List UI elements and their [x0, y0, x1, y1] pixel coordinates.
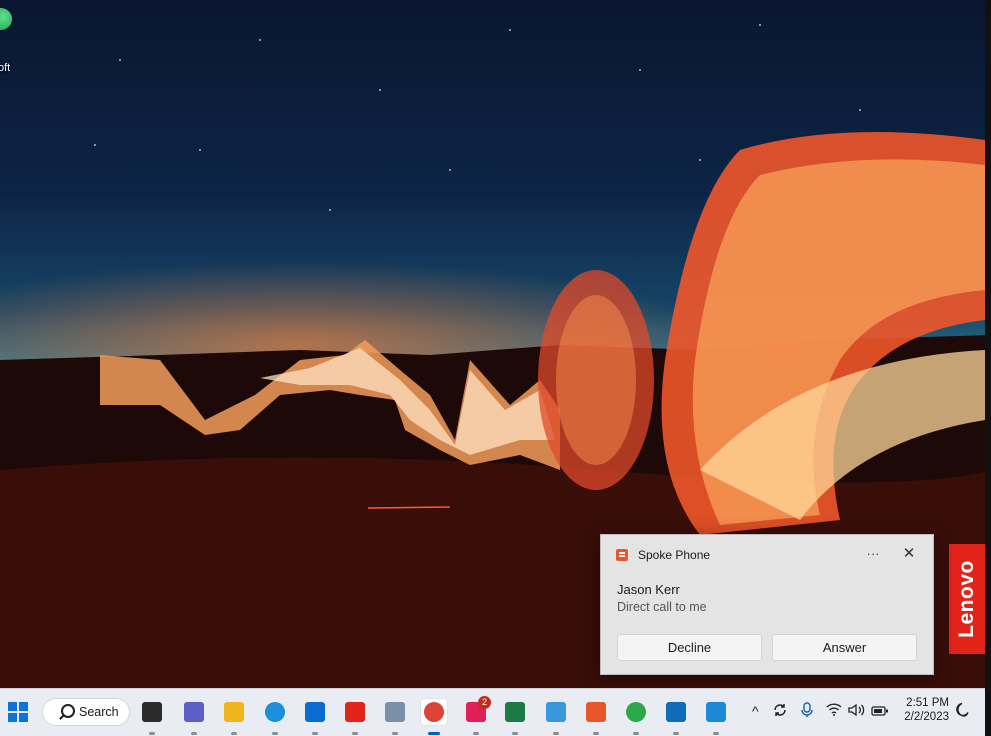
running-indicator [312, 732, 318, 735]
running-indicator [352, 732, 358, 735]
taskbar-app-chrome[interactable] [421, 699, 447, 735]
notification-app-name: Spoke Phone [638, 548, 711, 562]
app-shortcut-icon [0, 8, 12, 30]
running-indicator [428, 732, 440, 735]
running-indicator [272, 732, 278, 735]
taskbar-app-outlook[interactable] [663, 699, 689, 735]
running-indicator [473, 732, 479, 735]
running-indicator [713, 732, 719, 735]
chrome-icon [424, 702, 444, 722]
caller-name: Jason Kerr [617, 582, 680, 597]
running-indicator [633, 732, 639, 735]
answer-button[interactable]: Answer [772, 634, 917, 661]
close-notification-button[interactable]: ✕ [899, 544, 919, 564]
taskbar-app-photos[interactable] [703, 699, 729, 735]
desktop-shortcut[interactable]: oft [0, 8, 30, 74]
lenovo-logo: Lenovo [949, 544, 985, 654]
maps-icon [626, 702, 646, 722]
taskbar-app-slack[interactable]: 2 [463, 696, 491, 735]
taskbar-app-teams-chat[interactable] [181, 699, 207, 735]
search-label: Search [79, 705, 119, 719]
task-view-icon [142, 702, 162, 722]
running-indicator [553, 732, 559, 735]
more-options-button[interactable]: ··· [863, 544, 883, 564]
running-indicator [392, 732, 398, 735]
taskbar-app-microsoft-store[interactable] [302, 699, 328, 735]
spoke-phone-icon [616, 549, 628, 561]
taskbar-app-maps[interactable] [623, 699, 649, 735]
running-indicator [512, 732, 518, 735]
notepad-icon [546, 702, 566, 722]
spoke-phone-icon [586, 702, 606, 722]
clock-time[interactable]: 2:51 PM [903, 697, 949, 709]
sync-icon[interactable] [772, 702, 788, 721]
show-hidden-icons-button[interactable]: ^ [752, 703, 759, 719]
teams-chat-icon [184, 702, 204, 722]
focus-assist-moon-icon[interactable] [955, 702, 969, 721]
photos-icon [706, 702, 726, 722]
running-indicator [673, 732, 679, 735]
taskbar-app-task-view[interactable] [139, 699, 165, 735]
lenovo-vantage-icon [345, 702, 365, 722]
decline-button[interactable]: Decline [617, 634, 762, 661]
search-icon [61, 704, 75, 718]
taskbar: Search 2 ^ 2:51 PM 2/2/2023 [0, 688, 985, 736]
file-explorer-icon [224, 702, 244, 722]
taskbar-app-lenovo-vantage[interactable] [342, 699, 368, 735]
running-indicator [149, 732, 155, 735]
notification-count-badge: 2 [478, 696, 491, 709]
taskbar-app-notepad[interactable] [543, 699, 569, 735]
outlook-icon [666, 702, 686, 722]
microphone-icon[interactable] [800, 702, 814, 721]
taskbar-app-file-explorer[interactable] [221, 699, 247, 735]
calculator-icon [385, 702, 405, 722]
desktop-wallpaper: oft Lenovo Spoke Phone ··· ✕ Jason Kerr … [0, 0, 991, 688]
volume-icon[interactable] [848, 703, 866, 720]
excel-icon [505, 702, 525, 722]
desktop-shortcut-label: oft [0, 62, 11, 74]
running-indicator [231, 732, 237, 735]
wifi-icon[interactable] [826, 703, 842, 719]
taskbar-app-edge[interactable] [262, 699, 288, 735]
running-indicator [191, 732, 197, 735]
edge-icon [265, 702, 285, 722]
taskbar-search[interactable]: Search [42, 698, 130, 726]
battery-icon[interactable] [871, 704, 889, 720]
start-button[interactable] [5, 699, 31, 725]
microsoft-store-icon [305, 702, 325, 722]
taskbar-app-spoke-phone[interactable] [583, 699, 609, 735]
taskbar-app-calculator[interactable] [382, 699, 408, 735]
lenovo-logo-text: Lenovo [955, 560, 979, 638]
incoming-call-notification: Spoke Phone ··· ✕ Jason Kerr Direct call… [600, 534, 934, 675]
window-border [985, 0, 991, 736]
call-description: Direct call to me [617, 600, 707, 614]
taskbar-app-excel[interactable] [502, 699, 528, 735]
clock-date[interactable]: 2/2/2023 [897, 711, 949, 723]
running-indicator [593, 732, 599, 735]
